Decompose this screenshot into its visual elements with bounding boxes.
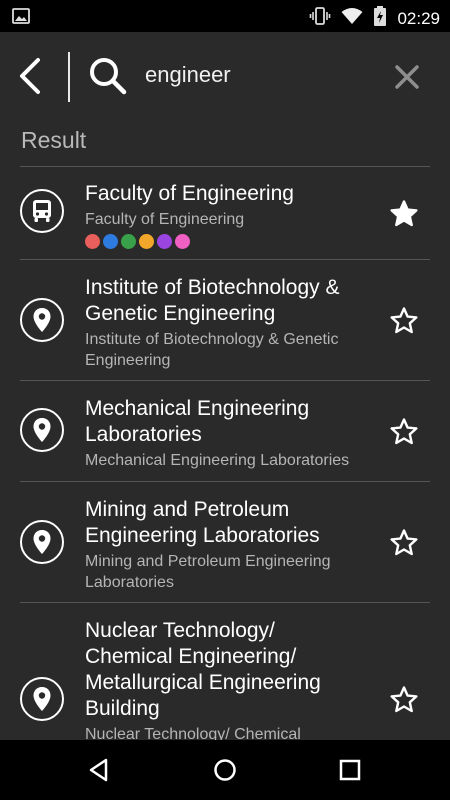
item-subtitle: Mining and Petroleum Engineering Laborat…: [85, 553, 331, 591]
nav-recents-button[interactable]: [335, 755, 365, 785]
back-button[interactable]: [14, 54, 50, 98]
search-input[interactable]: engineer: [145, 62, 231, 88]
status-time: 02:29: [397, 8, 440, 28]
route-dot: [85, 234, 100, 249]
home-circle-icon: [214, 759, 236, 781]
favorite-star-button[interactable]: [389, 306, 419, 336]
back-triangle-icon: [89, 758, 108, 782]
image-icon: [12, 8, 30, 29]
app-screen: engineer Result Faculty of Engineering F…: [0, 32, 450, 740]
location-pin-icon: [20, 520, 64, 564]
item-subtitle: Institute of Biotechnology & Genetic Eng…: [85, 331, 339, 369]
star-icon: [390, 200, 418, 227]
favorite-star-button[interactable]: [389, 685, 419, 715]
star-icon: [390, 529, 418, 556]
favorite-star-button[interactable]: [389, 199, 419, 229]
close-icon: [395, 65, 419, 89]
list-item[interactable]: Institute of Biotechnology & Genetic Eng…: [0, 260, 450, 381]
result-heading: Result: [21, 127, 87, 153]
list-item[interactable]: Nuclear Technology/ Chemical Engineering…: [0, 603, 450, 740]
route-color-dots: [85, 234, 375, 249]
list-item[interactable]: Faculty of Engineering Faculty of Engine…: [0, 167, 450, 260]
chevron-left-icon: [20, 58, 40, 94]
search-bar: engineer: [0, 32, 450, 124]
nav-back-button[interactable]: [84, 755, 114, 785]
route-dot: [175, 234, 190, 249]
location-pin-icon: [20, 298, 64, 342]
item-title: Mining and Petroleum Engineering Laborat…: [85, 498, 320, 547]
list-item[interactable]: Mechanical Engineering Laboratories Mech…: [0, 381, 450, 482]
battery-charging-icon: [373, 6, 387, 31]
route-dot: [103, 234, 118, 249]
item-subtitle: Nuclear Technology/ Chemical: [85, 726, 301, 740]
item-title: Mechanical Engineering Laboratories: [85, 397, 310, 446]
system-nav-bar: [0, 740, 450, 800]
wifi-icon: [341, 7, 363, 30]
item-subtitle: Faculty of Engineering: [85, 211, 245, 228]
nav-home-button[interactable]: [210, 755, 240, 785]
route-dot: [139, 234, 154, 249]
star-icon: [390, 686, 418, 713]
star-icon: [390, 418, 418, 445]
recents-square-icon: [339, 759, 361, 781]
item-title: Nuclear Technology/ Chemical Engineering…: [85, 619, 321, 720]
location-pin-icon: [20, 677, 64, 721]
search-divider: [68, 52, 70, 102]
route-dot: [121, 234, 136, 249]
star-icon: [390, 307, 418, 334]
location-pin-icon: [20, 408, 64, 452]
item-subtitle: Mechanical Engineering Laboratories: [85, 452, 350, 469]
list-item[interactable]: Mining and Petroleum Engineering Laborat…: [0, 482, 450, 603]
item-title: Faculty of Engineering: [85, 182, 294, 205]
result-list: Faculty of Engineering Faculty of Engine…: [0, 167, 450, 740]
favorite-star-button[interactable]: [389, 528, 419, 558]
status-bar: 02:29: [0, 0, 450, 32]
favorite-star-button[interactable]: [389, 417, 419, 447]
vibrate-icon: [309, 7, 331, 30]
search-icon: [88, 56, 128, 96]
item-title: Institute of Biotechnology & Genetic Eng…: [85, 276, 340, 325]
route-dot: [157, 234, 172, 249]
bus-icon: [20, 189, 64, 233]
clear-search-button[interactable]: [392, 62, 422, 92]
